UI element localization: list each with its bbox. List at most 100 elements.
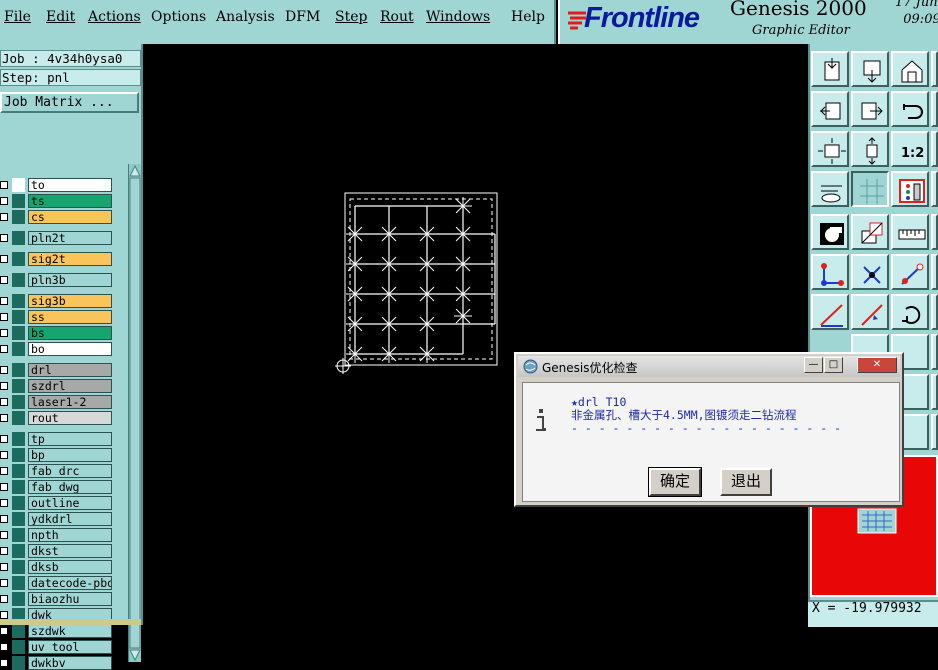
layer-name[interactable]: rout	[28, 411, 112, 425]
tool-button-partial[interactable]	[931, 91, 938, 127]
rotate-button[interactable]	[891, 294, 929, 330]
menu-help[interactable]: Help	[511, 9, 545, 25]
layer-row[interactable]: drl	[0, 363, 118, 377]
layer-row[interactable]: rout	[0, 411, 118, 425]
layer-name[interactable]: to	[28, 178, 112, 192]
layer-checkbox[interactable]	[0, 234, 8, 242]
layer-checkbox[interactable]	[0, 611, 8, 619]
layer-row[interactable]: szdwk	[0, 624, 118, 638]
tool-button-partial[interactable]	[931, 51, 938, 87]
menu-file[interactable]: File	[4, 9, 31, 25]
layer-name[interactable]: dwkbv	[28, 656, 112, 670]
layer-name[interactable]: pln2t	[28, 231, 112, 245]
layer-checkbox[interactable]	[0, 213, 8, 221]
layer-row[interactable]: cs	[0, 210, 118, 224]
tool-button-partial[interactable]	[931, 131, 938, 167]
dialog-titlebar[interactable]: Genesis优化检查 — □ ✕	[518, 356, 900, 377]
layer-checkbox[interactable]	[0, 181, 8, 189]
layer-checkbox[interactable]	[0, 595, 8, 603]
layer-name[interactable]: tp	[28, 432, 112, 446]
layer-row[interactable]: laser1-2	[0, 395, 118, 409]
layer-name[interactable]: fab_dwg	[28, 480, 112, 494]
layer-row[interactable]: bs	[0, 326, 118, 340]
layer-checkbox[interactable]	[0, 643, 8, 651]
grid-button[interactable]	[851, 171, 889, 207]
layer-name[interactable]: bp	[28, 448, 112, 462]
copy-shape-button[interactable]	[851, 214, 889, 250]
layer-checkbox[interactable]	[0, 499, 8, 507]
layer-row[interactable]: sig2t	[0, 252, 118, 266]
layer-row[interactable]: fab_drc	[0, 464, 118, 478]
layer-row[interactable]: dksb	[0, 560, 118, 574]
layer-checkbox[interactable]	[0, 197, 8, 205]
layer-checkbox[interactable]	[0, 276, 8, 284]
layer-checkbox[interactable]	[0, 414, 8, 422]
layer-name[interactable]: ts	[28, 194, 112, 208]
menu-step[interactable]: Step	[335, 9, 367, 25]
exit-button[interactable]: 退出	[720, 468, 772, 496]
menu-dfm[interactable]: DFM	[285, 9, 320, 25]
layer-checkbox[interactable]	[0, 547, 8, 555]
layer-checkbox[interactable]	[0, 382, 8, 390]
layer-colors-button[interactable]	[891, 171, 929, 207]
layer-name[interactable]: pln3b	[28, 273, 112, 287]
home-button[interactable]	[891, 51, 929, 87]
layer-row[interactable]: pln2t	[0, 231, 118, 245]
menu-options[interactable]: Options	[151, 9, 206, 25]
maximize-button[interactable]: □	[824, 357, 843, 373]
layer-checkbox[interactable]	[0, 313, 8, 321]
zoom-fit-button[interactable]	[811, 131, 849, 167]
layer-name[interactable]: datecode-pbo	[28, 576, 112, 590]
layer-row[interactable]: pln3b	[0, 273, 118, 287]
layer-name[interactable]: cs	[28, 210, 112, 224]
layer-row[interactable]: biaozhu	[0, 592, 118, 606]
minimize-button[interactable]: —	[804, 357, 823, 373]
layer-name[interactable]: biaozhu	[28, 592, 112, 606]
layer-name[interactable]: drl	[28, 363, 112, 377]
layer-name[interactable]: dksb	[28, 560, 112, 574]
layer-row[interactable]: ts	[0, 194, 118, 208]
layer-checkbox[interactable]	[0, 329, 8, 337]
graphic-canvas[interactable]	[145, 44, 808, 625]
layer-name[interactable]: bo	[28, 342, 112, 356]
layer-name[interactable]: uv_tool	[28, 640, 112, 654]
layer-name[interactable]: szdwk	[28, 624, 112, 638]
layer-checkbox[interactable]	[0, 515, 8, 523]
layer-scrollbar[interactable]	[128, 164, 141, 662]
layer-name[interactable]: fab_drc	[28, 464, 112, 478]
connect-nodes-button[interactable]	[811, 254, 849, 290]
step-right-button[interactable]	[851, 91, 889, 127]
layer-row[interactable]: szdrl	[0, 379, 118, 393]
layer-row[interactable]: bp	[0, 448, 118, 462]
menu-actions[interactable]: Actions	[88, 9, 141, 25]
layer-name[interactable]: npth	[28, 528, 112, 542]
layer-checkbox[interactable]	[0, 345, 8, 353]
measure-tools-button[interactable]	[811, 171, 849, 207]
layer-row[interactable]: ss	[0, 310, 118, 324]
layer-checkbox[interactable]	[0, 531, 8, 539]
layer-name[interactable]: ss	[28, 310, 112, 324]
tool-button-partial[interactable]	[931, 414, 938, 450]
layer-checkbox[interactable]	[0, 255, 8, 263]
tool-button-partial[interactable]	[931, 254, 938, 290]
layer-name[interactable]: outline	[28, 496, 112, 510]
cross-button[interactable]	[851, 254, 889, 290]
undo-button[interactable]	[891, 91, 929, 127]
layer-row[interactable]: dkst	[0, 544, 118, 558]
layer-checkbox[interactable]	[0, 398, 8, 406]
save-button[interactable]	[851, 51, 889, 87]
ok-button[interactable]: 确定	[648, 467, 702, 497]
layer-name[interactable]: sig3b	[28, 294, 112, 308]
menu-windows[interactable]: Windows	[426, 9, 490, 25]
layer-row[interactable]: ydkdrl	[0, 512, 118, 526]
menu-analysis[interactable]: Analysis	[216, 9, 275, 25]
layer-checkbox[interactable]	[0, 366, 8, 374]
tool-button-partial[interactable]	[931, 171, 938, 207]
node-arrow-button[interactable]	[891, 254, 929, 290]
step-left-button[interactable]	[811, 91, 849, 127]
scale-1-2-button[interactable]: 1:2	[891, 131, 929, 167]
menu-rout[interactable]: Rout	[380, 9, 414, 25]
layer-checkbox[interactable]	[0, 435, 8, 443]
layer-row[interactable]: dwkbv	[0, 656, 118, 670]
layer-row[interactable]: to	[0, 178, 118, 192]
